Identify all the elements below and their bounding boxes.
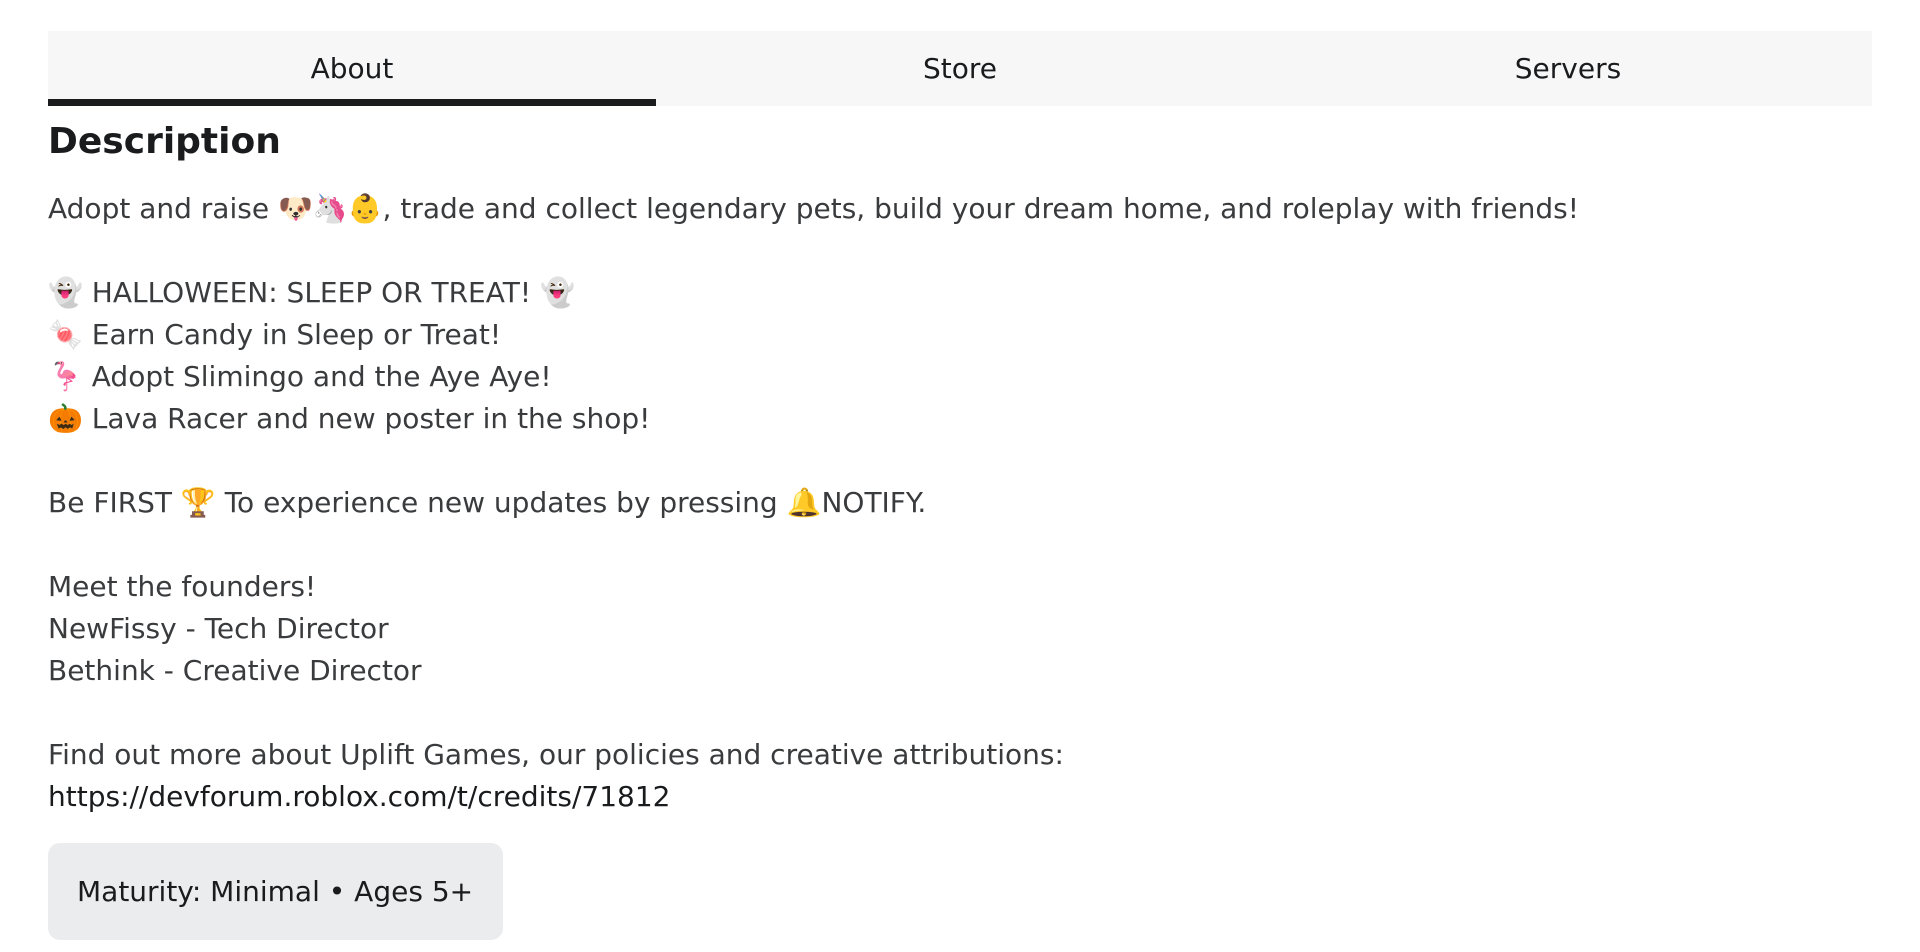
event-line-shop: 🎃 Lava Racer and new poster in the shop! <box>48 402 651 435</box>
link-line: https://devforum.roblox.com/t/credits/71… <box>48 776 1848 818</box>
credits-link[interactable]: https://devforum.roblox.com/t/credits/71… <box>48 780 670 813</box>
description-intro: Adopt and raise 🐶🦄👶, trade and collect l… <box>48 192 1579 225</box>
tab-bar: About Store Servers <box>48 31 1872 106</box>
description-heading: Description <box>48 121 281 162</box>
description-body: Adopt and raise 🐶🦄👶, trade and collect l… <box>48 188 1848 818</box>
event-line-candy: 🍬 Earn Candy in Sleep or Treat! <box>48 318 502 351</box>
maturity-label: Maturity: Minimal • Ages 5+ <box>77 875 474 908</box>
founders-heading: Meet the founders! <box>48 570 317 603</box>
founder-creative-director: Bethink - Creative Director <box>48 654 422 687</box>
more-info-text: Find out more about Uplift Games, our po… <box>48 738 1064 771</box>
game-details-page: About Store Servers Description Adopt an… <box>0 0 1920 952</box>
maturity-badge: Maturity: Minimal • Ages 5+ <box>48 843 503 940</box>
tab-about[interactable]: About <box>48 31 656 106</box>
event-line-halloween: 👻 HALLOWEEN: SLEEP OR TREAT! 👻 <box>48 276 575 309</box>
tab-store[interactable]: Store <box>656 31 1264 106</box>
event-line-adopt: 🦩 Adopt Slimingo and the Aye Aye! <box>48 360 552 393</box>
tab-servers[interactable]: Servers <box>1264 31 1872 106</box>
founder-tech-director: NewFissy - Tech Director <box>48 612 389 645</box>
notify-line: Be FIRST 🏆 To experience new updates by … <box>48 486 927 519</box>
